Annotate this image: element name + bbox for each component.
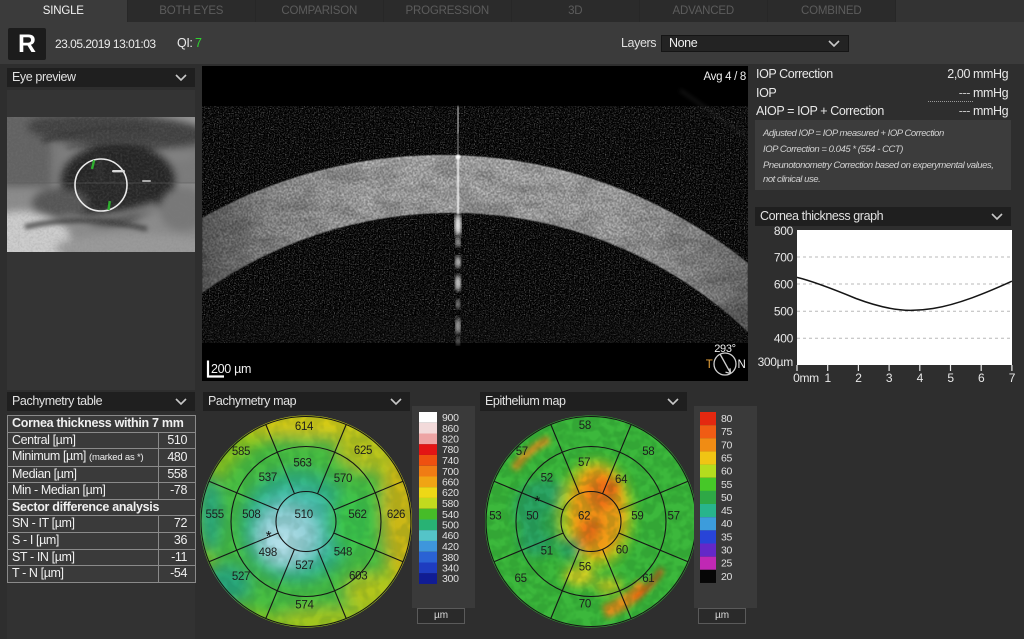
svg-text:51: 51 [541, 545, 553, 557]
svg-text:57: 57 [578, 457, 590, 469]
svg-text:527: 527 [232, 571, 250, 583]
svg-text:52: 52 [541, 473, 553, 485]
svg-text:T: T [706, 359, 713, 371]
svg-text:70: 70 [721, 439, 733, 451]
svg-text:58: 58 [579, 420, 591, 432]
svg-text:510: 510 [295, 509, 313, 521]
svg-text:0mm: 0mm [793, 371, 819, 385]
svg-text:1: 1 [825, 371, 832, 385]
svg-text:555: 555 [206, 509, 224, 521]
svg-text:53: 53 [489, 510, 501, 522]
svg-text:55: 55 [721, 479, 733, 491]
svg-text:498: 498 [259, 547, 277, 559]
svg-text:64: 64 [615, 474, 628, 486]
svg-text:Avg 4 / 8: Avg 4 / 8 [704, 71, 746, 83]
svg-text:65: 65 [721, 453, 733, 465]
svg-text:537: 537 [259, 472, 277, 484]
svg-text:75: 75 [721, 426, 733, 438]
svg-text:60: 60 [721, 466, 733, 478]
svg-text:603: 603 [349, 570, 367, 582]
svg-text:25: 25 [721, 558, 733, 570]
svg-text:508: 508 [242, 509, 260, 521]
svg-text:*: * [266, 528, 272, 545]
svg-text:80: 80 [721, 413, 733, 425]
svg-text:600: 600 [774, 278, 794, 292]
svg-text:527: 527 [295, 560, 313, 572]
svg-text:548: 548 [334, 547, 352, 559]
svg-text:500: 500 [774, 305, 794, 319]
svg-text:61: 61 [642, 573, 654, 585]
svg-text:5: 5 [947, 371, 954, 385]
svg-text:614: 614 [295, 421, 314, 433]
svg-text:50: 50 [526, 510, 538, 522]
svg-text:7: 7 [1009, 371, 1016, 385]
svg-text:563: 563 [293, 458, 311, 470]
svg-text:4: 4 [917, 371, 924, 385]
svg-text:800: 800 [774, 225, 794, 238]
svg-text:50: 50 [721, 492, 733, 504]
svg-text:3: 3 [886, 371, 893, 385]
svg-text:626: 626 [387, 509, 405, 521]
svg-text:*: * [534, 493, 540, 510]
svg-text:700: 700 [774, 251, 794, 265]
svg-text:2: 2 [855, 371, 862, 385]
svg-text:40: 40 [721, 518, 733, 530]
svg-text:65: 65 [514, 573, 526, 585]
svg-text:57: 57 [667, 510, 679, 522]
svg-text:570: 570 [334, 473, 352, 485]
svg-text:45: 45 [721, 505, 733, 517]
svg-text:585: 585 [232, 446, 250, 458]
svg-text:62: 62 [578, 510, 590, 522]
svg-text:70: 70 [579, 598, 591, 610]
svg-text:574: 574 [295, 600, 314, 612]
svg-text:300µm: 300µm [758, 355, 794, 369]
svg-text:200 µm: 200 µm [211, 362, 251, 376]
svg-text:59: 59 [631, 510, 643, 522]
svg-text:58: 58 [642, 446, 654, 458]
svg-text:N: N [738, 359, 746, 371]
svg-text:400: 400 [774, 332, 794, 346]
svg-text:60: 60 [616, 545, 628, 557]
svg-text:6: 6 [978, 371, 985, 385]
svg-text:625: 625 [354, 445, 372, 457]
svg-text:56: 56 [579, 561, 591, 573]
svg-text:20: 20 [721, 571, 733, 583]
svg-text:35: 35 [721, 531, 733, 543]
svg-text:57: 57 [516, 446, 528, 458]
svg-text:300: 300 [442, 573, 459, 585]
svg-text:562: 562 [348, 509, 366, 521]
svg-text:30: 30 [721, 545, 733, 557]
